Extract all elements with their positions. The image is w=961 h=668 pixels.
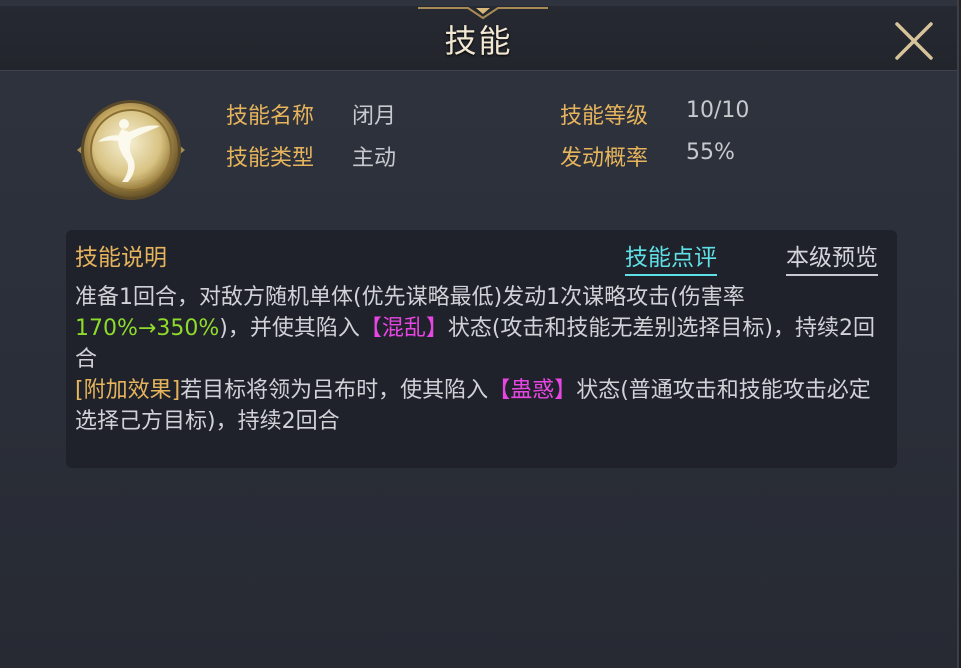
skill-icon xyxy=(74,94,188,206)
dialog-title: 技能 xyxy=(444,22,513,60)
skill-level-value: 10/10 xyxy=(686,98,750,123)
skill-type-label: 技能类型 xyxy=(226,146,315,171)
status-confusion-highlight: 【混乱】 xyxy=(359,316,448,341)
close-button[interactable] xyxy=(888,18,940,64)
trigger-chance-label: 发动概率 xyxy=(560,146,649,171)
description-main-text-2: )，并使其陷入 xyxy=(219,316,360,341)
description-text: 准备1回合，对敌方随机单体(优先谋略最低)发动1次谋略攻击(伤害率 170%→35… xyxy=(75,282,887,437)
close-icon xyxy=(895,22,933,60)
status-charm-highlight: 【蛊惑】 xyxy=(488,378,577,403)
trigger-chance-value: 55% xyxy=(686,140,735,165)
skill-name-label: 技能名称 xyxy=(226,104,315,129)
extra-effect-label: [附加效果] xyxy=(75,378,181,403)
skill-name-value: 闭月 xyxy=(352,104,397,129)
description-main-text: 准备1回合，对敌方随机单体(优先谋略最低)发动1次谋略攻击(伤害率 xyxy=(75,285,745,310)
dancer-emblem-icon xyxy=(77,100,185,200)
damage-rate-highlight: 170%→350% xyxy=(75,316,220,341)
skill-level-label: 技能等级 xyxy=(560,104,649,129)
skill-review-link[interactable]: 技能点评 xyxy=(625,238,717,276)
skill-type-value: 主动 xyxy=(352,146,397,171)
extra-effect-text: 若目标将领为吕布时，使其陷入 xyxy=(180,378,489,403)
level-preview-link[interactable]: 本级预览 xyxy=(786,238,878,276)
description-title: 技能说明 xyxy=(75,245,167,271)
